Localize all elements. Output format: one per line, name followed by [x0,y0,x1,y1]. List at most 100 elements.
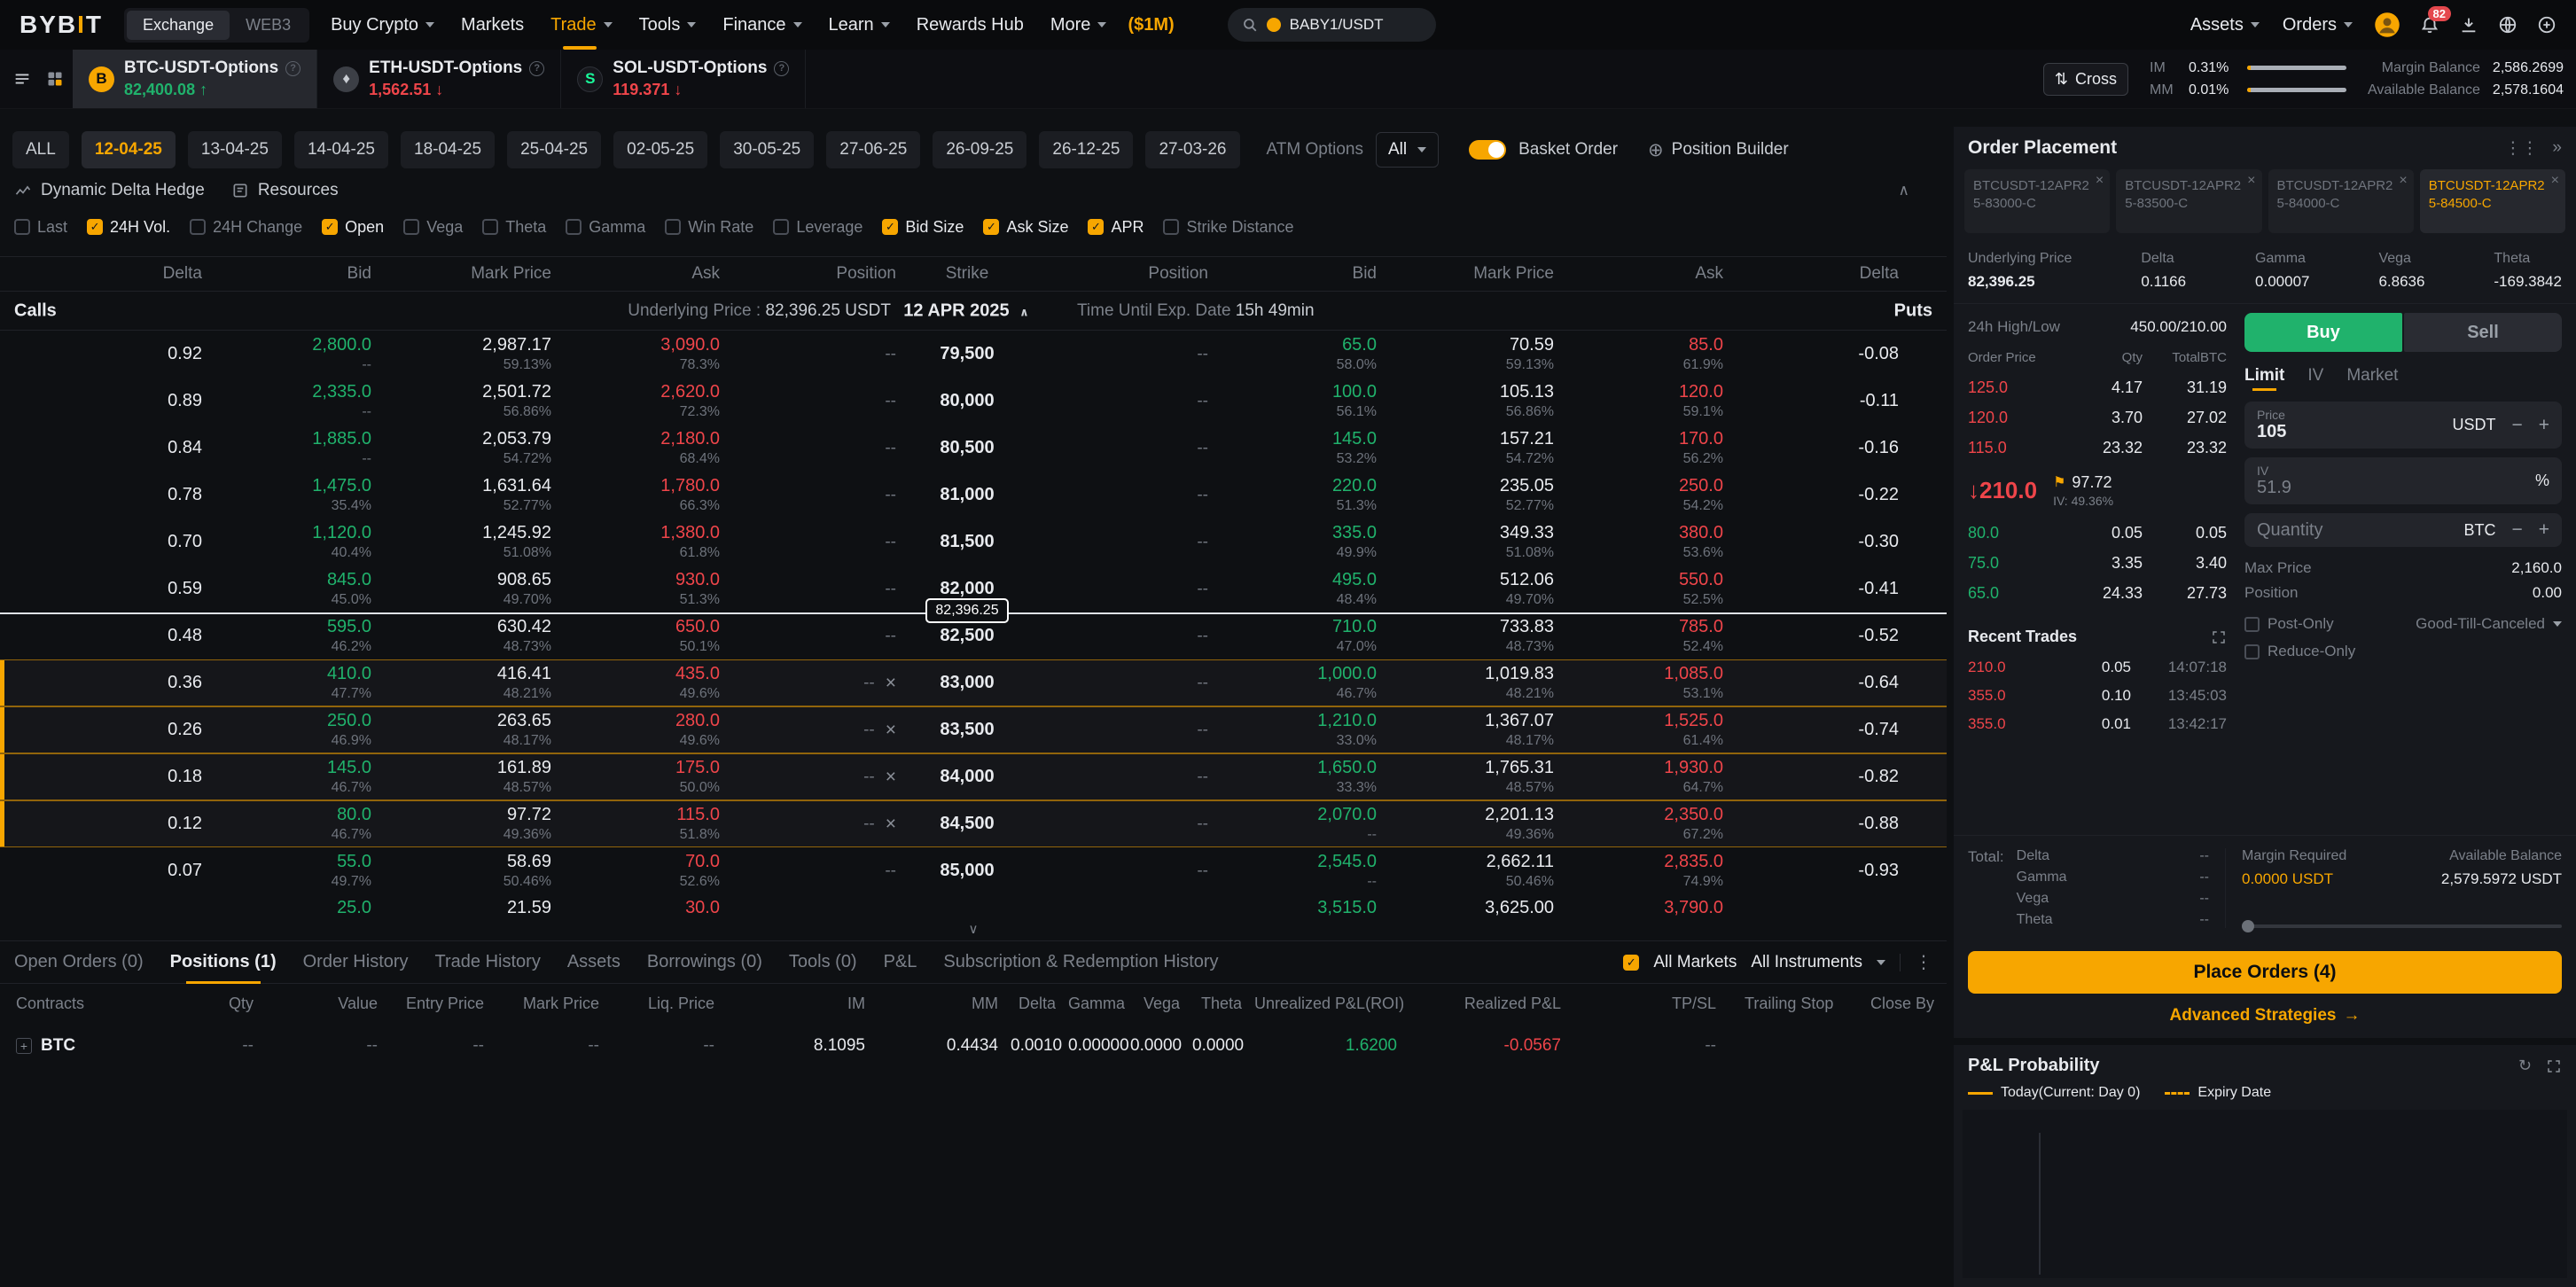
trade-row[interactable]: 210.00.0514:07:18 [1968,653,2227,682]
iv-field[interactable]: IV 51.9 % [2244,457,2562,504]
tab-borrowings-0[interactable]: Borrowings (0) [647,941,762,984]
filter-vega[interactable]: Vega [403,218,463,237]
filter-24h-change[interactable]: 24H Change [190,218,302,237]
mode-tab-web3[interactable]: WEB3 [230,11,307,40]
order-type-tab-limit[interactable]: Limit [2244,366,2284,391]
close-icon[interactable]: × [2247,172,2255,191]
nav-item-markets[interactable]: Markets [461,0,524,50]
date-tab-30-05-25[interactable]: 30-05-25 [720,131,814,168]
tab-p-l[interactable]: P&L [884,941,917,984]
chain-row-83-000[interactable]: 0.36410.047.7%416.4148.21%435.049.6%--×8… [0,659,1947,706]
chain-row-84-500[interactable]: 0.1280.046.7%97.7249.36%115.051.8%--×84,… [0,800,1947,847]
date-tab-13-04-25[interactable]: 13-04-25 [188,131,282,168]
plus-circle-icon[interactable] [2537,15,2556,35]
contract-tab-btcusdt-12apr25-83000-c[interactable]: BTCUSDT-12APR25-83000-C× [1964,169,2110,233]
cross-margin-button[interactable]: ⇅ Cross [2043,63,2128,96]
post-only-checkbox[interactable] [2244,617,2260,632]
nav-item-finance[interactable]: Finance [722,0,801,50]
minus-button[interactable]: − [2511,415,2522,436]
sell-button[interactable]: Sell [2404,313,2562,352]
plus-button[interactable]: + [2539,519,2549,541]
order-type-tab-market[interactable]: Market [2346,366,2398,391]
collapse-panel-icon[interactable]: » [2552,138,2562,159]
time-in-force-select[interactable]: Good-Till-Canceled [2416,615,2562,633]
contract-tab-btcusdt-12apr25-84000-c[interactable]: BTCUSDT-12APR25-84000-C× [2268,169,2414,233]
bid-row[interactable]: 80.00.050.05 [1968,518,2227,548]
filter-theta[interactable]: Theta [482,218,546,237]
chain-row-81-500[interactable]: 0.701,120.040.4%1,245.9251.08%1,380.061.… [0,519,1947,566]
date-tab-27-06-25[interactable]: 27-06-25 [826,131,920,168]
menu-icon[interactable] [12,69,32,89]
ticker-tab-sol-usdt-options[interactable]: SSOL-USDT-Options?119.371 ↓ [561,50,806,108]
promo-badge[interactable]: ($1M) [1128,15,1174,35]
tab-trade-history[interactable]: Trade History [435,941,541,984]
date-tab-27-03-26[interactable]: 27-03-26 [1145,131,1239,168]
buy-button[interactable]: Buy [2244,313,2402,352]
filter-24h-vol[interactable]: ✓24H Vol. [87,218,170,237]
mode-tab-exchange[interactable]: Exchange [127,11,230,40]
chain-row-85-000[interactable]: 0.0755.049.7%58.6950.46%70.052.6%--85,00… [0,847,1947,894]
resources-button[interactable]: Resources [231,181,339,200]
filter-leverage[interactable]: Leverage [773,218,863,237]
basket-order-toggle[interactable] [1469,140,1506,160]
pnl-chart[interactable] [1963,1110,2567,1278]
close-icon[interactable]: × [886,814,896,835]
advanced-strategies-link[interactable]: Advanced Strategies → [1954,994,2576,1038]
close-icon[interactable]: × [2551,172,2559,191]
chain-row-81-000[interactable]: 0.781,475.035.4%1,631.6452.77%1,780.066.… [0,472,1947,519]
filter-open[interactable]: ✓Open [322,218,384,237]
nav-item-learn[interactable]: Learn [829,0,890,50]
positions-row[interactable]: +BTC----------8.10950.44340.00100.000000… [0,1023,1947,1069]
trade-row[interactable]: 355.00.0113:42:17 [1968,710,2227,738]
contract-tab-btcusdt-12apr25-83500-c[interactable]: BTCUSDT-12APR25-83500-C× [2116,169,2261,233]
tab-assets[interactable]: Assets [567,941,621,984]
date-tab-18-04-25[interactable]: 18-04-25 [401,131,495,168]
date-tab-25-04-25[interactable]: 25-04-25 [507,131,601,168]
ask-row[interactable]: 120.03.7027.02 [1968,402,2227,433]
tab-order-history[interactable]: Order History [303,941,409,984]
filter-gamma[interactable]: Gamma [566,218,645,237]
expand-icon[interactable] [2546,1058,2562,1074]
filter-apr[interactable]: ✓APR [1088,218,1144,237]
tab-subscription-redemption-history[interactable]: Subscription & Redemption History [943,941,1218,984]
date-tab-14-04-25[interactable]: 14-04-25 [294,131,388,168]
filter-ask-size[interactable]: ✓Ask Size [983,218,1068,237]
ticker-tab-btc-usdt-options[interactable]: BBTC-USDT-Options?82,400.08 ↑ [73,50,317,108]
reduce-only-checkbox[interactable] [2244,644,2260,659]
nav-item-assets[interactable]: Assets [2190,0,2260,50]
search-input[interactable]: BABY1/USDT [1228,8,1436,42]
chain-row-80-000[interactable]: 0.892,335.0--2,501.7256.86%2,620.072.3%-… [0,378,1947,425]
place-orders-button[interactable]: Place Orders (4) [1968,951,2562,994]
ticker-tab-eth-usdt-options[interactable]: ♦ETH-USDT-Options?1,562.51 ↓ [317,50,561,108]
refresh-icon[interactable]: ↻ [2518,1057,2532,1075]
minus-button[interactable]: − [2511,519,2522,541]
tab-positions-1[interactable]: Positions (1) [170,941,277,984]
tab-open-orders-0[interactable]: Open Orders (0) [14,941,144,984]
close-icon[interactable]: × [886,673,896,694]
trade-row[interactable]: 355.00.1013:45:03 [1968,682,2227,710]
chevron-down-icon[interactable]: ∨ [0,917,1947,940]
plus-button[interactable]: + [2539,415,2549,436]
ask-row[interactable]: 115.023.3223.32 [1968,433,2227,463]
bybit-logo[interactable]: BYBIT [20,11,103,39]
date-tab-26-09-25[interactable]: 26-09-25 [933,131,1026,168]
globe-icon[interactable] [2498,15,2517,35]
expiry-selector[interactable]: 12 APR 2025 ∧ [886,300,1046,321]
drag-handle-icon[interactable]: ⋮⋮ [2504,138,2538,159]
order-type-tab-iv[interactable]: IV [2307,366,2323,391]
quantity-field[interactable]: Quantity BTC − + [2244,513,2562,547]
chain-row-partial[interactable]: 25.021.5930.03,515.03,625.003,790.0 [0,894,1947,917]
bell-icon[interactable]: 82 [2420,15,2439,35]
bid-row[interactable]: 75.03.353.40 [1968,548,2227,578]
contract-tab-btcusdt-12apr25-84500-c[interactable]: BTCUSDT-12APR25-84500-C× [2420,169,2565,233]
tab-tools-0[interactable]: Tools (0) [789,941,857,984]
more-icon[interactable]: ⋮ [1915,951,1932,973]
nav-item-buy-crypto[interactable]: Buy Crypto [331,0,434,50]
expand-icon[interactable]: + [16,1038,32,1054]
filter-strike-distance[interactable]: Strike Distance [1163,218,1293,237]
chain-row-80-500[interactable]: 0.841,885.0--2,053.7954.72%2,180.068.4%-… [0,425,1947,472]
bid-row[interactable]: 65.024.3327.73 [1968,578,2227,608]
apps-grid-icon[interactable] [46,70,64,88]
close-icon[interactable]: × [886,720,896,741]
ask-row[interactable]: 125.04.1731.19 [1968,372,2227,402]
